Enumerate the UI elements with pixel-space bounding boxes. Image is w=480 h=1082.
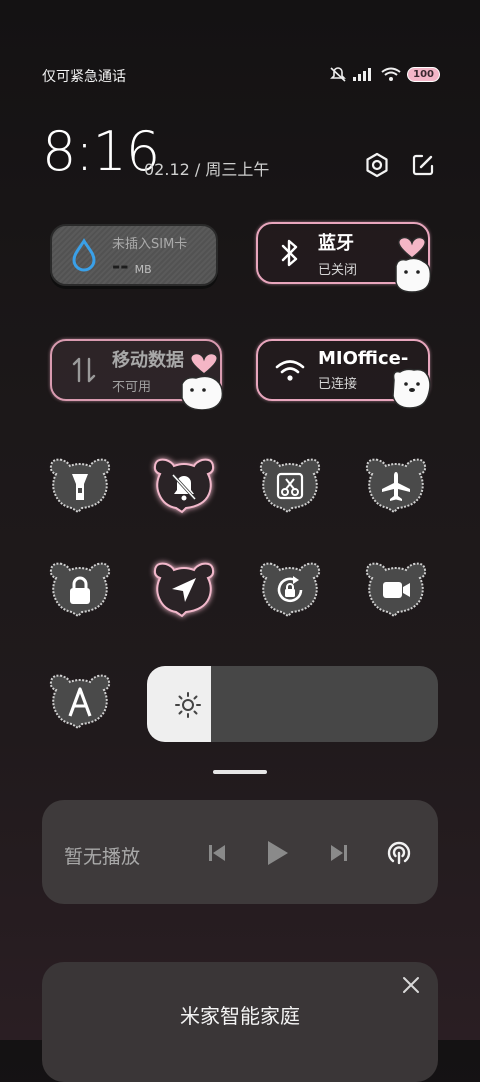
heart-bear-sticker (395, 236, 432, 293)
letter-a-icon (68, 687, 92, 717)
panel-drag-handle[interactable] (213, 770, 267, 774)
clock-date: 02.12 / 周三上午 (144, 160, 270, 179)
toggle-screenshot[interactable] (258, 456, 322, 514)
status-carrier-text: 仅可紧急通话 (42, 69, 126, 85)
bluetooth-tile-title: 蓝牙 (318, 232, 354, 254)
next-icon (331, 845, 347, 861)
toggle-airplane[interactable] (364, 456, 428, 514)
wifi-icon (275, 360, 305, 381)
signal-icon (353, 68, 372, 81)
silent-ring-icon (330, 67, 347, 82)
smart-home-title: 米家智能家庭 (180, 1004, 300, 1028)
data-arrows-icon (72, 357, 96, 383)
smart-home-card[interactable]: 米家智能家庭 (42, 962, 438, 1082)
close-icon[interactable] (400, 974, 422, 996)
clock-time: 8:16 (42, 120, 160, 183)
media-player-card[interactable]: 暂无播放 (42, 800, 438, 904)
wifi-status-icon (381, 67, 401, 81)
toggle-lock[interactable] (48, 560, 112, 618)
toggle-screen-record[interactable] (364, 560, 428, 618)
toggle-location[interactable] (152, 560, 216, 618)
lock-icon (70, 576, 90, 604)
video-camera-icon (383, 582, 410, 598)
play-icon (268, 841, 288, 865)
sim-tile-value: -- MB (112, 253, 152, 278)
bell-off-icon (171, 473, 197, 501)
sim-data-tile[interactable]: 未插入SIM卡 -- MB (50, 224, 218, 286)
previous-button[interactable] (202, 838, 232, 868)
settings-icon (366, 152, 388, 178)
cast-icon (387, 841, 411, 865)
brightness-slider[interactable] (147, 666, 438, 742)
sun-icon (175, 692, 201, 718)
edit-icon (412, 154, 434, 176)
mobile-data-status: 不可用 (112, 379, 152, 395)
toggle-rotation-lock[interactable] (258, 560, 322, 618)
previous-icon (209, 845, 225, 861)
scissors-icon (276, 472, 304, 500)
mobile-data-title: 移动数据 (112, 349, 184, 371)
bluetooth-tile-status: 已关闭 (318, 262, 358, 278)
bluetooth-icon (281, 239, 298, 267)
settings-button[interactable] (362, 150, 392, 180)
airplane-icon (382, 472, 410, 501)
toggle-flashlight[interactable] (48, 456, 112, 514)
flashlight-icon (72, 474, 88, 500)
status-icons: 100 (329, 66, 440, 82)
next-button[interactable] (324, 838, 354, 868)
rotation-lock-icon (277, 576, 303, 603)
water-drop-icon (72, 238, 96, 272)
sim-tile-title: 未插入SIM卡 (112, 236, 188, 252)
cast-button[interactable] (384, 838, 414, 868)
battery-icon: 100 (407, 66, 440, 82)
location-arrow-icon (172, 578, 196, 602)
toggle-font-size[interactable] (48, 672, 112, 730)
sim-tile-unit: MB (134, 262, 152, 276)
heart-bear-sticker (181, 352, 224, 410)
media-status-text: 暂无播放 (64, 846, 141, 868)
bear-sticker (392, 368, 431, 409)
edit-button[interactable] (408, 150, 438, 180)
play-button[interactable] (262, 838, 292, 868)
toggle-silent[interactable] (152, 456, 216, 514)
